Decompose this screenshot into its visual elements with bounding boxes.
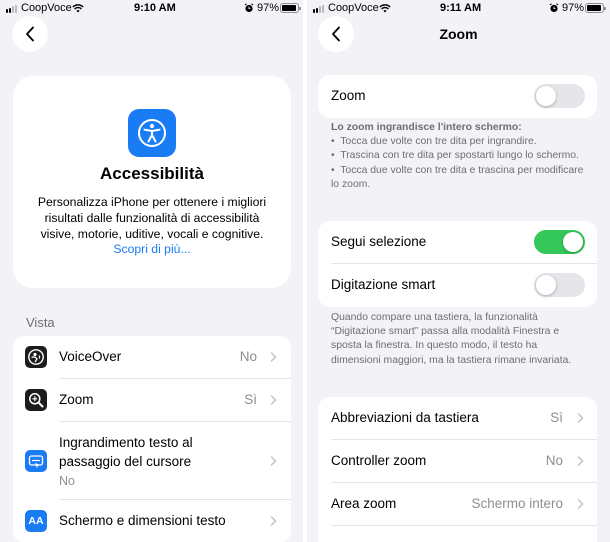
smart-typing-toggle[interactable] [534, 273, 585, 297]
zoom-icon [25, 389, 47, 411]
alarm-icon [244, 3, 254, 13]
battery-percent: 97% [562, 2, 585, 14]
page-title: Accessibilità [100, 164, 204, 183]
hover-text-label-line1: Ingrandimento testo al [59, 435, 193, 450]
battery-icon [280, 3, 301, 13]
carrier-name: CoopVoce [328, 2, 379, 14]
battery-percent: 97% [257, 2, 280, 14]
page-title: Zoom [439, 26, 478, 42]
voiceover-label: VoiceOver [59, 349, 122, 364]
alarm-icon [549, 3, 559, 13]
accessibility-icon [128, 109, 176, 157]
text-size-icon: AA [25, 510, 47, 532]
chevron-right-icon [577, 413, 584, 423]
chevron-right-icon [577, 499, 584, 509]
zoom-options-card: Segui selezione Digitazione smart [318, 221, 597, 307]
zoom-toggle-label: Zoom [331, 88, 366, 103]
page-description: Personalizza iPhone per ottenere i migli… [37, 195, 267, 241]
zoom-controller-value: No [545, 453, 563, 468]
list-item-zoom[interactable]: Zoom Sì [13, 379, 291, 422]
list-item[interactable] [318, 526, 597, 542]
follow-focus-row: Segui selezione [318, 221, 597, 264]
list-item-hover-text[interactable]: Ingrandimento testo al passaggio del cur… [13, 422, 291, 500]
chevron-right-icon [270, 516, 277, 526]
status-bar: CoopVoce 9:11 AM 97% [307, 0, 610, 18]
signal-icon [313, 5, 324, 13]
vision-settings-list: VoiceOver No Zoom Sì Ingrandimento testo… [13, 336, 291, 542]
follow-focus-label: Segui selezione [331, 234, 427, 249]
voiceover-icon [25, 346, 47, 368]
wifi-icon [72, 4, 84, 13]
status-time: 9:10 AM [134, 2, 176, 14]
zoom-label: Zoom [59, 392, 94, 407]
keyboard-shortcuts-row[interactable]: Abbreviazioni da tastiera Sì [318, 397, 597, 440]
accessibility-screen: CoopVoce 9:10 AM 97% Accessibilità Perso… [0, 0, 303, 542]
list-item-voiceover[interactable]: VoiceOver No [13, 336, 291, 379]
zoom-toggle-card: Zoom [318, 75, 597, 118]
status-time: 9:11 AM [440, 2, 482, 14]
smart-typing-row: Digitazione smart [318, 264, 597, 307]
back-button[interactable] [12, 16, 48, 52]
follow-focus-toggle[interactable] [534, 230, 585, 254]
section-title-vista: Vista [26, 315, 55, 330]
chevron-right-icon [270, 456, 277, 466]
zoom-toggle-row: Zoom [318, 75, 597, 118]
chevron-right-icon [270, 352, 277, 362]
zoom-value: Sì [244, 392, 257, 407]
zoom-controller-label: Controller zoom [331, 453, 427, 468]
carrier-name: CoopVoce [21, 2, 72, 14]
display-text-size-label: Schermo e dimensioni testo [59, 513, 226, 528]
learn-more-link[interactable]: Scopri di più... [13, 242, 291, 256]
zoom-more-settings-card: Abbreviazioni da tastiera Sì Controller … [318, 397, 597, 542]
zoom-screen: CoopVoce 9:11 AM 97% Zoom Zoom Lo zoom i… [307, 0, 610, 542]
zoom-region-value: Schermo intero [471, 496, 563, 511]
list-item-display-text-size[interactable]: AA Schermo e dimensioni testo [13, 500, 291, 542]
hover-text-icon [25, 450, 47, 472]
battery-icon [585, 3, 606, 13]
hover-text-label-line2: passaggio del cursore [59, 454, 192, 469]
chevron-left-icon [26, 26, 34, 42]
hover-text-value: No [59, 474, 75, 488]
status-bar: CoopVoce 9:10 AM 97% [0, 0, 303, 18]
zoom-region-row[interactable]: Area zoom Schermo intero [318, 483, 597, 526]
chevron-right-icon [577, 456, 584, 466]
zoom-controller-row[interactable]: Controller zoom No [318, 440, 597, 483]
wifi-icon [379, 4, 391, 13]
zoom-region-label: Area zoom [331, 496, 397, 511]
signal-icon [6, 5, 17, 13]
smart-typing-label: Digitazione smart [331, 277, 436, 292]
accessibility-header-card: Accessibilità Personalizza iPhone per ot… [13, 76, 291, 288]
voiceover-value: No [239, 349, 257, 364]
smart-typing-help-text: Quando compare una tastiera, la funziona… [331, 312, 572, 366]
chevron-right-icon [270, 395, 277, 405]
keyboard-shortcuts-label: Abbreviazioni da tastiera [331, 410, 479, 425]
keyboard-shortcuts-value: Sì [550, 410, 563, 425]
zoom-toggle[interactable] [534, 84, 585, 108]
zoom-help-text: Lo zoom ingrandisce l'intero schermo: • … [331, 122, 584, 190]
